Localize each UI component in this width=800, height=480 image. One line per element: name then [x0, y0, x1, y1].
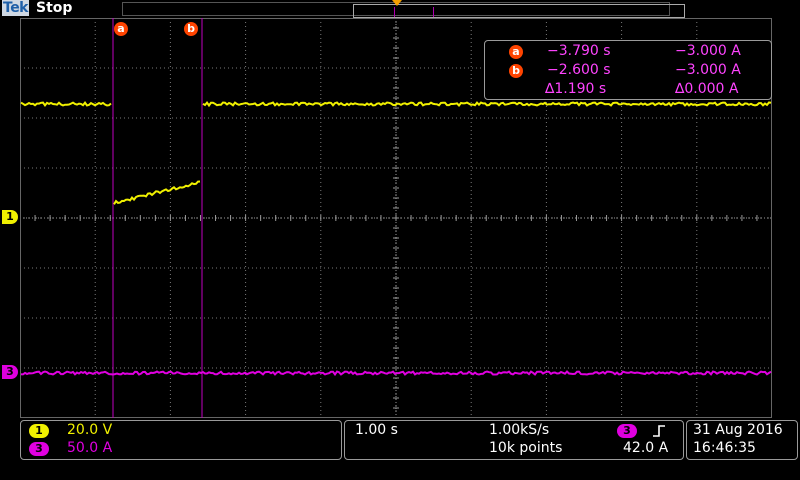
ch1-chip: 1 [29, 424, 49, 438]
cursor-a-badge: a [509, 45, 523, 59]
cursor-b-badge: b [509, 64, 523, 78]
cursor-b-readout-row: b −2.600 s −3.000 A [485, 62, 771, 80]
timebase-panel[interactable]: 1.00 s 1.00kS/s 10k points 3 42.0 A [344, 420, 684, 460]
ch1-position-marker[interactable]: 1 [2, 210, 18, 224]
ch1-scale: 20.0 V [67, 422, 112, 438]
ch3-chip: 3 [29, 442, 49, 456]
ch1-trace-ramp [114, 182, 200, 205]
ch3-scale: 50.0 A [67, 440, 112, 456]
cursor-a-readout-row: a −3.790 s −3.000 A [485, 43, 771, 61]
ch3-trace [21, 372, 771, 375]
delta-value: ∆0.000 A [675, 81, 738, 97]
trigger-level: 42.0 A [623, 440, 668, 456]
delta-time: ∆1.190 s [545, 81, 606, 97]
rising-edge-icon [651, 424, 667, 438]
cursor-readout: a −3.790 s −3.000 A b −2.600 s −3.000 A … [484, 40, 772, 100]
time-display: 16:46:35 [693, 440, 756, 456]
record-length: 10k points [489, 440, 562, 456]
cursor-a-value: −3.000 A [675, 43, 741, 59]
brand-logo: Tek [2, 0, 29, 16]
trigger-source-chip: 3 [617, 424, 637, 438]
cursor-a-time: −3.790 s [547, 43, 611, 59]
horizontal-scale: 1.00 s [355, 422, 398, 438]
ch1-trace-post [203, 103, 771, 106]
acquisition-state[interactable]: Stop [36, 0, 72, 16]
cursor-b-overview-marker [433, 7, 434, 17]
ch1-trace-pre [21, 103, 111, 106]
channel-scale-panel[interactable]: 1 20.0 V 3 50.0 A [20, 420, 342, 460]
cursor-b-time: −2.600 s [547, 62, 611, 78]
status-bar: Tek Stop [0, 0, 800, 18]
date-display: 31 Aug 2016 [693, 422, 783, 438]
cursor-delta-readout-row: ∆1.190 s ∆0.000 A [485, 81, 771, 99]
ch3-position-marker[interactable]: 3 [2, 365, 18, 379]
record-view-window[interactable] [353, 4, 685, 18]
cursor-b-value: −3.000 A [675, 62, 741, 78]
sample-rate: 1.00kS/s [489, 422, 549, 438]
cursor-a-overview-marker [394, 7, 395, 17]
cursor-b-label[interactable]: b [184, 22, 198, 36]
trigger-position-marker[interactable] [392, 0, 402, 6]
datetime-panel[interactable]: 31 Aug 2016 16:46:35 [686, 420, 798, 460]
cursor-a-label[interactable]: a [114, 22, 128, 36]
